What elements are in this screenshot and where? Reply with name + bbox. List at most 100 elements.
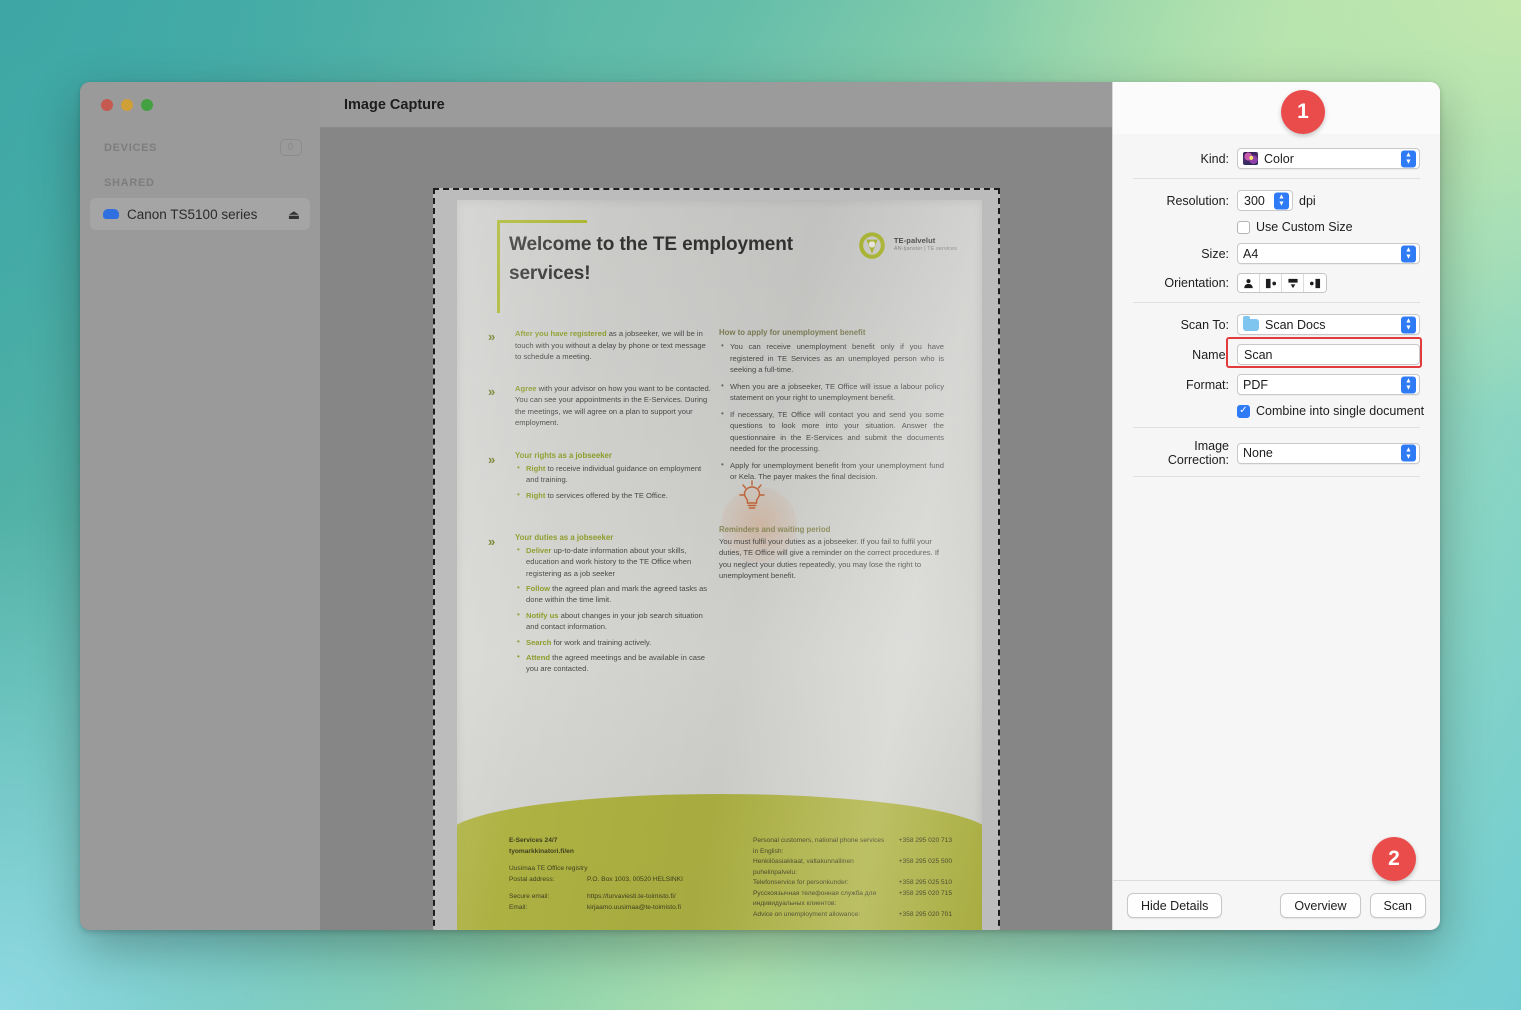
- resolution-input[interactable]: 300 ▲▼: [1237, 190, 1293, 211]
- use-custom-size-label: Use Custom Size: [1256, 220, 1353, 234]
- overview-button[interactable]: Overview: [1280, 893, 1360, 918]
- list-item: When you are a jobseeker, TE Office will…: [719, 381, 944, 404]
- combine-checkbox[interactable]: ✓: [1237, 405, 1250, 418]
- row-use-custom-size[interactable]: Use Custom Size: [1113, 220, 1440, 234]
- logo-text: TE-palvelut AN-tjanster | TE services: [894, 230, 957, 252]
- orientation-flip-vertical-button[interactable]: [1282, 274, 1304, 292]
- footer-phone-label: Henkilöasiakkaat, valtakunnallinen puhel…: [753, 857, 889, 878]
- footer-secure-row: Secure email: https://turvaviesti.te-toi…: [509, 892, 753, 903]
- kind-select[interactable]: Color ▲▼: [1237, 148, 1420, 169]
- doc-duties-list: Deliver up-to-date information about you…: [515, 545, 713, 675]
- sidebar-item-label: Canon TS5100 series: [127, 207, 257, 222]
- te-palvelut-logo: TE-palvelut AN-tjanster | TE services: [856, 230, 957, 262]
- footer-phone-row: Telefonservice for personkunder: +358 29…: [753, 878, 952, 889]
- orientation-portrait-button[interactable]: [1238, 274, 1260, 292]
- kind-value: Color: [1264, 152, 1294, 166]
- footer-phone-label: Русскоязычная телефонная служба для инди…: [753, 889, 889, 910]
- doc-highlight: Follow: [526, 584, 550, 593]
- doc-reminders-body: You must fulfil your duties as a jobseek…: [719, 536, 944, 582]
- list-item: Notify us about changes in your job sear…: [515, 610, 713, 633]
- footer-phone-number: +358 295 025 510: [899, 878, 952, 889]
- combine-label: Combine into single document: [1256, 404, 1424, 418]
- doc-text: to receive individual guidance on employ…: [526, 464, 701, 484]
- sidebar: DEVICES 0 SHARED Canon TS5100 series ⏏: [80, 82, 320, 930]
- footer-phone-number: +358 295 020 715: [899, 889, 952, 910]
- name-value: Scan: [1244, 348, 1273, 362]
- doc-highlight: Agree: [515, 384, 537, 393]
- person-portrait-icon: [1243, 278, 1254, 289]
- minimize-button[interactable]: [121, 99, 133, 111]
- eject-icon[interactable]: ⏏: [288, 208, 300, 221]
- doc-highlight: Right: [526, 464, 545, 473]
- image-capture-window: DEVICES 0 SHARED Canon TS5100 series ⏏ I…: [80, 82, 1440, 930]
- orientation-rotate-right-button[interactable]: [1260, 274, 1282, 292]
- name-input[interactable]: Scan: [1237, 344, 1420, 365]
- hide-details-button[interactable]: Hide Details: [1127, 893, 1222, 918]
- footer-phone-number: +358 295 020 713: [899, 836, 952, 857]
- use-custom-size-checkbox[interactable]: [1237, 221, 1250, 234]
- sidebar-item-canon-ts5100[interactable]: Canon TS5100 series ⏏: [90, 198, 310, 230]
- list-item: Attend the agreed meetings and be availa…: [515, 652, 713, 675]
- scan-button[interactable]: Scan: [1370, 893, 1427, 918]
- resolution-stepper[interactable]: ▲▼: [1274, 192, 1289, 209]
- divider: [1133, 178, 1420, 179]
- row-kind: Kind: Color ▲▼: [1113, 148, 1440, 169]
- doc-reminders-title: Reminders and waiting period: [719, 497, 944, 534]
- chevron-up-down-icon: ▲▼: [1401, 376, 1416, 393]
- format-value: PDF: [1243, 378, 1268, 392]
- doc-text: for work and training actively.: [551, 638, 651, 647]
- orientation-rotate-left-button[interactable]: [1304, 274, 1326, 292]
- row-combine[interactable]: ✓ Combine into single document: [1113, 404, 1440, 418]
- footer-left-column: E-Services 24/7 tyomarkkinatori.fi/en Uu…: [509, 836, 753, 930]
- doc-text: to services offered by the TE Office.: [545, 491, 667, 500]
- footer-phone-label: Advice on unemployment allowance:: [753, 910, 889, 921]
- list-item: Deliver up-to-date information about you…: [515, 545, 713, 579]
- scan-to-value: Scan Docs: [1265, 318, 1325, 332]
- row-size: Size: A4 ▲▼: [1113, 243, 1440, 264]
- orientation-segmented-control[interactable]: [1237, 273, 1327, 293]
- row-scan-to: Scan To: Scan Docs ▲▼: [1113, 314, 1440, 335]
- format-select[interactable]: PDF ▲▼: [1237, 374, 1420, 395]
- doc-highlight: Right: [526, 491, 545, 500]
- flip-vertical-icon: [1287, 278, 1299, 289]
- close-button[interactable]: [101, 99, 113, 111]
- size-select[interactable]: A4 ▲▼: [1237, 243, 1420, 264]
- document-header: Welcome to the TE employment services! T…: [457, 200, 982, 320]
- footer-postal-value: P.O. Box 1003, 00520 HELSINKI: [587, 875, 683, 886]
- shared-label: SHARED: [104, 177, 155, 189]
- doc-paragraph: Agree with your advisor on how you want …: [515, 383, 713, 429]
- orientation-label: Orientation:: [1133, 276, 1237, 290]
- doc-block-duties: » Your duties as a jobseeker Deliver up-…: [515, 533, 713, 675]
- zoom-button[interactable]: [141, 99, 153, 111]
- list-item: Follow the agreed plan and mark the agre…: [515, 583, 713, 606]
- footer-eservices-heading: E-Services 24/7: [509, 836, 753, 847]
- doc-reminders-block: Reminders and waiting period You must fu…: [719, 497, 944, 582]
- chevron-double-right-icon: »: [488, 329, 492, 344]
- chevron-up-down-icon: ▲▼: [1401, 445, 1416, 462]
- scan-selection-marquee[interactable]: Welcome to the TE employment services! T…: [433, 188, 1000, 930]
- shared-section-header: SHARED: [80, 177, 320, 189]
- image-correction-select[interactable]: None ▲▼: [1237, 443, 1420, 464]
- scan-preview-area[interactable]: Welcome to the TE employment services! T…: [320, 128, 1112, 930]
- doc-block-agree: » Agree with your advisor on how you wan…: [515, 383, 713, 429]
- annotation-badge-2: 2: [1372, 837, 1416, 881]
- resolution-unit: dpi: [1299, 194, 1316, 208]
- page-title: Image Capture: [344, 97, 445, 113]
- format-label: Format:: [1133, 378, 1237, 392]
- chevron-up-down-icon: ▲▼: [1401, 150, 1416, 167]
- footer-phone-row: Advice on unemployment allowance: +358 2…: [753, 910, 952, 921]
- doc-benefit-list: You can receive unemployment benefit onl…: [719, 341, 944, 483]
- size-label: Size:: [1133, 247, 1237, 261]
- scan-to-select[interactable]: Scan Docs ▲▼: [1237, 314, 1420, 335]
- doc-rights-list: Right to receive individual guidance on …: [515, 463, 713, 501]
- annotation-badge-1: 1: [1281, 90, 1325, 134]
- footer-phone-number: +358 295 025 500: [899, 857, 952, 878]
- scan-to-label: Scan To:: [1133, 318, 1237, 332]
- doc-highlight: After you have registered: [515, 329, 607, 338]
- footer-phone-label: Personal customers, national phone servi…: [753, 836, 889, 857]
- document-left-column: » After you have registered as a jobseek…: [457, 328, 719, 688]
- list-item: You can receive unemployment benefit onl…: [719, 341, 944, 376]
- doc-text: up-to-date information about your skills…: [526, 546, 691, 578]
- doc-block-rights: » Your rights as a jobseeker Right to re…: [515, 451, 713, 501]
- document-footer: E-Services 24/7 tyomarkkinatori.fi/en Uu…: [457, 794, 982, 930]
